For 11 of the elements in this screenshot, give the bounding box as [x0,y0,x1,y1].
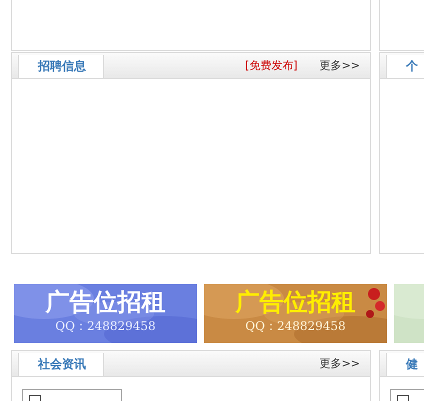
banner-headline: 广告位招租 [46,287,166,317]
panel-tab[interactable]: 个 [386,55,424,78]
banner-headline: 广告位招租 [236,287,356,317]
banner-contact: QQ：248829458 [245,318,346,335]
panel-tab[interactable]: 招聘信息 [18,55,104,78]
publish-link[interactable]: [免费发布] [244,58,298,73]
more-link[interactable]: 更多>> [320,356,360,371]
panel-tab[interactable]: 健 [386,353,424,376]
panel-tab[interactable]: 社会资讯 [18,353,104,376]
banner-contact: QQ：248829458 [55,318,156,335]
more-link[interactable]: 更多>> [320,58,360,73]
